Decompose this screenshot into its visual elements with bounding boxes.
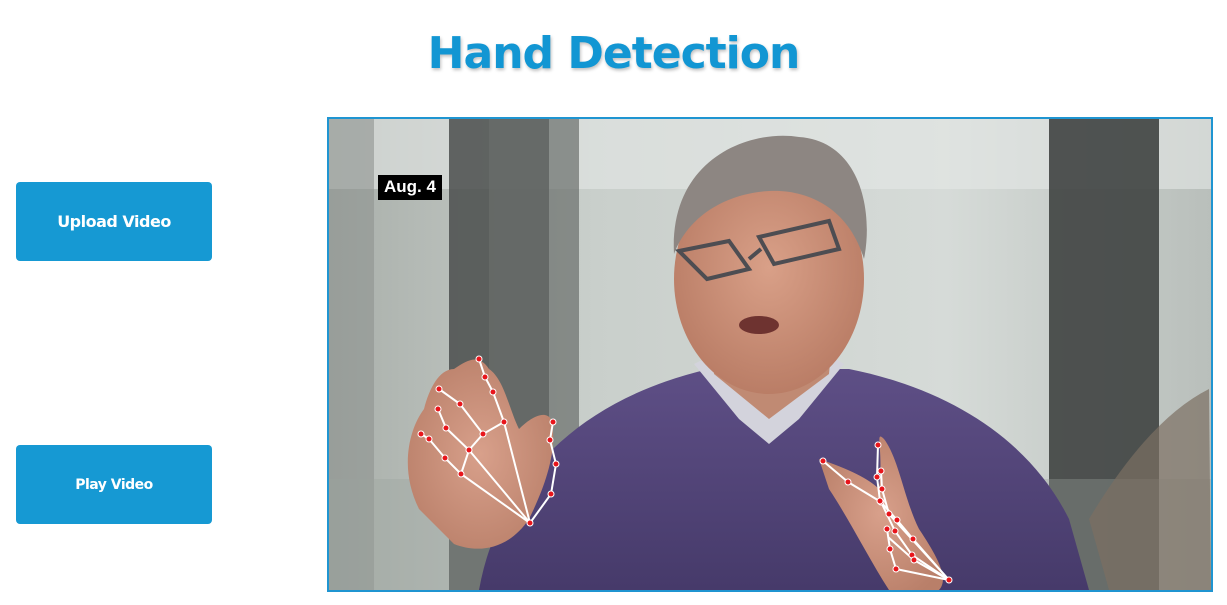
- video-frame-image: [329, 119, 1211, 590]
- upload-video-button[interactable]: Upload Video: [16, 182, 212, 261]
- video-player[interactable]: Aug. 4: [327, 117, 1213, 592]
- page-title: Hand Detection: [427, 28, 801, 80]
- play-video-button[interactable]: Play Video: [16, 445, 212, 524]
- video-date-caption: Aug. 4: [378, 175, 442, 200]
